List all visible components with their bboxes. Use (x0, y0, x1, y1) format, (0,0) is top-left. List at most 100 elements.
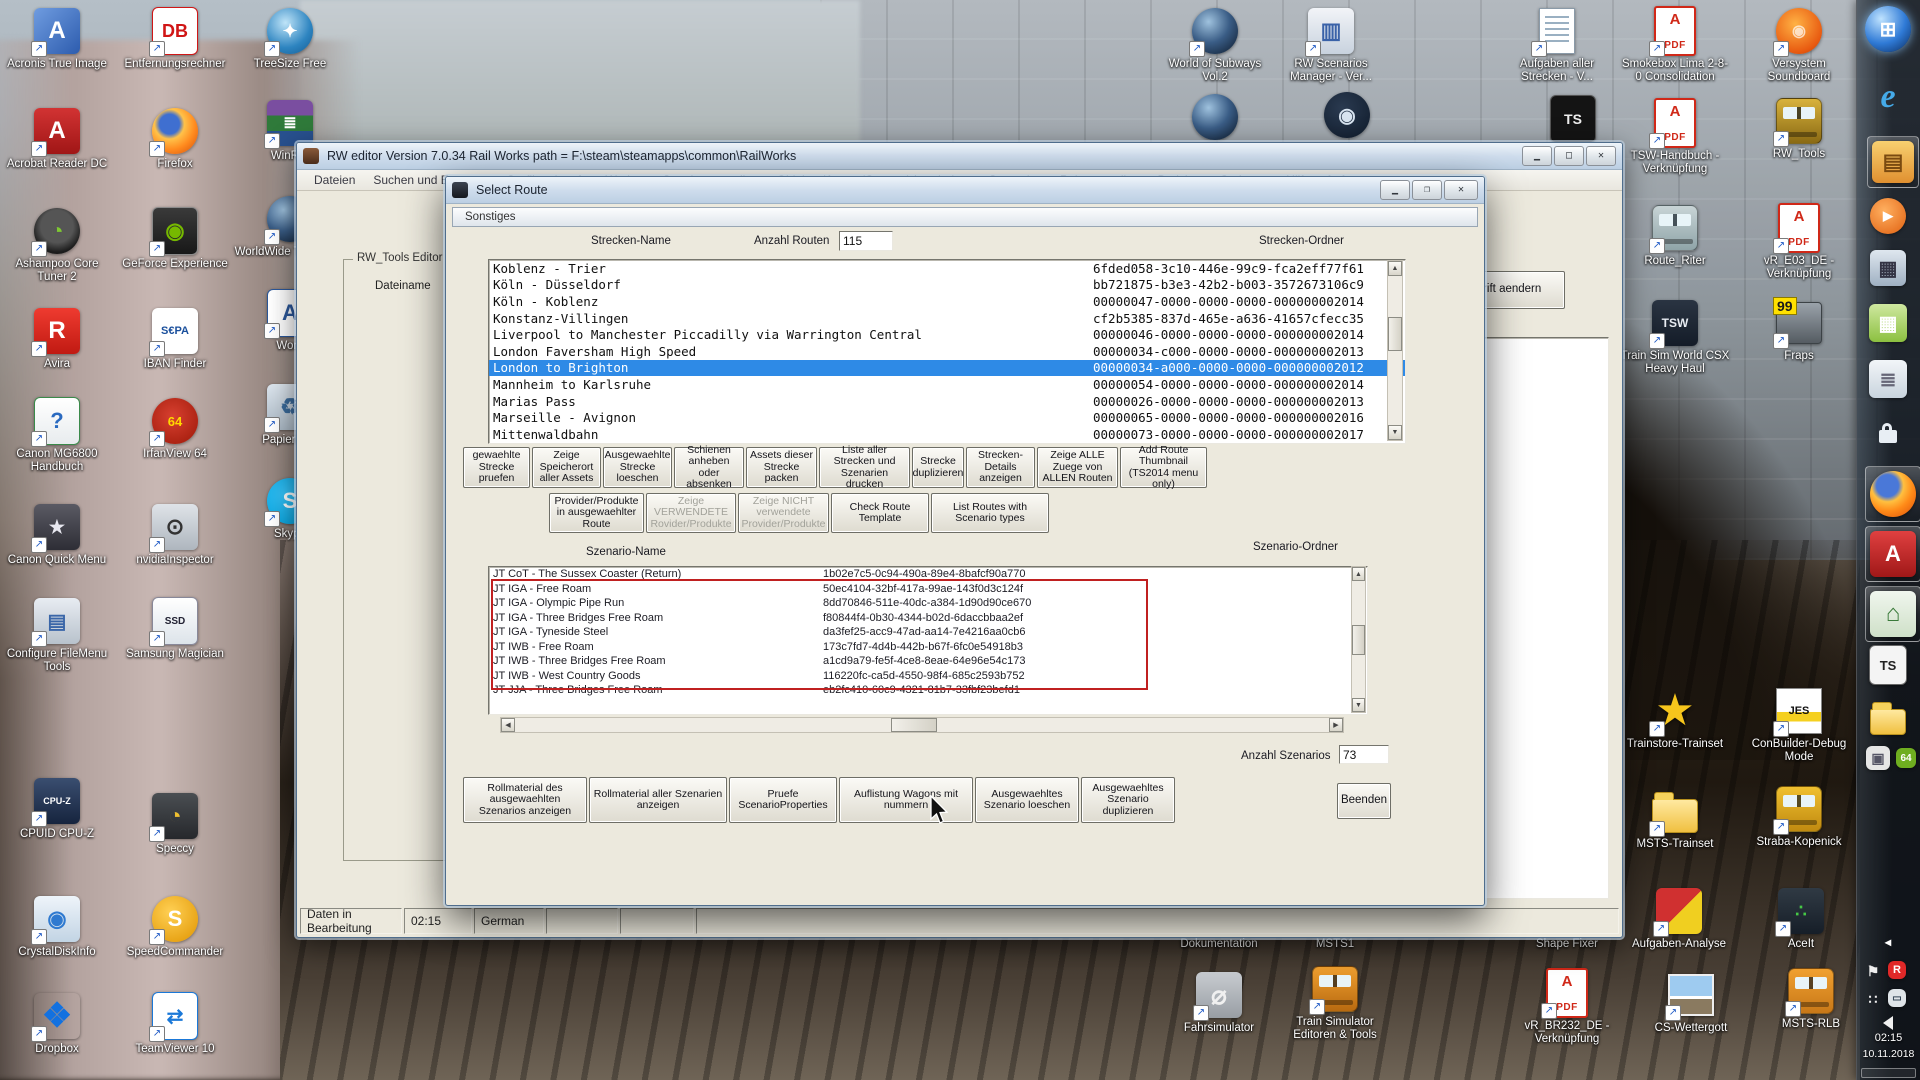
route-row-k-ln-koblenz[interactable]: Köln - Koblenz00000047-0000-0000-0000-00… (489, 293, 1405, 310)
train-sim-world-csx-heavy-haul-desktop-icon[interactable]: TSW↗Train Sim World CSX Heavy Haul (1619, 300, 1731, 376)
beenden-button[interactable]: Beenden (1337, 783, 1391, 819)
vr-e03-de-verkn-pfung-desktop-icon[interactable]: APDF↗vR_E03_DE - Verknüpfung (1743, 205, 1855, 281)
liste-aller-strecken-und-szenarien-drucken-button[interactable]: Liste aller Strecken und Szenarien druck… (819, 447, 910, 488)
tsw-handbuch-verkn-pfung-desktop-icon[interactable]: APDF↗TSW-Handbuch - Verknüpfung (1619, 100, 1731, 176)
route-row-koblenz-trier[interactable]: Koblenz - Trier6fded058-3c10-446e-99c9-f… (489, 260, 1405, 277)
samsung-magician-desktop-icon[interactable]: SSD↗Samsung Magician (119, 598, 231, 661)
scenario-row-jt-iga-three-bridges-free-roam[interactable]: JT IGA - Three Bridges Free Roamf80844f4… (489, 611, 1367, 626)
zeige-speicherort-aller-assets-button[interactable]: Zeige Speicherort aller Assets (532, 447, 601, 488)
vr-br232-de-verkn-pfung-desktop-icon[interactable]: APDF↗vR_BR232_DE - Verknüpfung (1511, 970, 1623, 1046)
route-row-london-faversham-high-speed[interactable]: London Faversham High Speed00000034-c000… (489, 343, 1405, 360)
scenario-row-jt-iwb-three-bridges-free-roam[interactable]: JT IWB - Three Bridges Free Roama1cd9a79… (489, 654, 1367, 669)
gewaehlte-strecke-pruefen-button[interactable]: gewaehlte Strecke pruefen (463, 447, 530, 488)
route-row-mittenwaldbahn[interactable]: Mittenwaldbahn00000073-0000-0000-0000-00… (489, 426, 1405, 443)
treesize-free-desktop-icon[interactable]: ✦↗TreeSize Free (234, 8, 346, 71)
geforce-experience-desktop-icon[interactable]: ◉↗GeForce Experience (119, 208, 231, 271)
route-row-london-to-brighton[interactable]: London to Brighton00000034-a000-0000-000… (489, 360, 1405, 377)
anzahl-szenarios-input[interactable] (1339, 745, 1389, 764)
scroll-left-arrow[interactable]: ◀ (501, 718, 515, 732)
aceit-desktop-icon[interactable]: ∴↗AceIt (1745, 888, 1857, 951)
assets-dieser-strecke-packen-button[interactable]: Assets dieser Strecke packen (746, 447, 817, 488)
route-list-scrollbar[interactable]: ▲ ▼ (1387, 260, 1403, 441)
provider-produkte-in-ausgewaehlter-route-button[interactable]: Provider/Produkte in ausgewaehlter Route (549, 493, 644, 533)
route-riter-desktop-icon[interactable]: ↗Route_Riter (1619, 205, 1731, 268)
canon-quick-menu-desktop-icon[interactable]: ★↗Canon Quick Menu (1, 504, 113, 567)
maximize-button[interactable]: □ (1554, 146, 1584, 166)
canon-mg6800-handbuch-desktop-icon[interactable]: ?↗Canon MG6800 Handbuch (1, 398, 113, 474)
aufgaben-aller-strecken-v-desktop-icon[interactable]: ↗Aufgaben aller Strecken - V... (1501, 8, 1613, 84)
route-row-marseille-avignon[interactable]: Marseille - Avignon00000065-0000-0000-00… (489, 409, 1405, 426)
scroll-up-arrow[interactable]: ▲ (1388, 261, 1402, 276)
add-route-thumbnail-ts2014-menu-only-button[interactable]: Add Route Thumbnail (TS2014 menu only) (1120, 447, 1207, 488)
nvidiainspector-desktop-icon[interactable]: ⊙↗nvidiaInspector (119, 504, 231, 567)
menu-dateien[interactable]: Dateien (305, 171, 364, 189)
tray-avira-icon[interactable]: R (1888, 961, 1906, 979)
smokebox-lima-2-8-0-consolidation-desktop-icon[interactable]: APDF↗Smokebox Lima 2-8-0 Consolidation (1619, 8, 1731, 84)
scroll-down-arrow[interactable]: ▼ (1388, 425, 1402, 440)
scroll-up-arrow[interactable]: ▲ (1352, 567, 1365, 581)
scenario-row-item[interactable] (489, 698, 1367, 713)
start-button[interactable]: ⊞ (1865, 6, 1911, 52)
ausgewaehlte-strecke-loeschen-button[interactable]: Ausgewaehlte Strecke loeschen (603, 447, 672, 488)
oo-start-icon[interactable]: ⌂ (1865, 586, 1920, 642)
fraps-desktop-icon[interactable]: 99↗Fraps (1743, 300, 1855, 363)
tray-volume-icon[interactable] (1878, 1013, 1898, 1033)
dialog-minimize-button[interactable]: ▁ (1380, 180, 1410, 200)
msts-trainset-desktop-icon[interactable]: ↗MSTS-Trainset (1619, 788, 1731, 851)
tray-expand-icon[interactable]: ◂ (1880, 934, 1896, 950)
scenario-row-jt-iga-free-roam[interactable]: JT IGA - Free Roam50ec4104-32bf-417a-99a… (489, 582, 1367, 597)
schienen-anheben-oder-absenken-button[interactable]: Schienen anheben oder absenken (674, 447, 744, 488)
select-route-titlebar[interactable]: Select Route ▁ ❐ ✕ (446, 177, 1484, 204)
scenario-row-jt-iga-tyneside-steel[interactable]: JT IGA - Tyneside Steelda3fef25-acc9-47a… (489, 625, 1367, 640)
check-route-template-button[interactable]: Check Route Template (831, 493, 929, 533)
clock-date[interactable]: 10.11.2018 (1857, 1048, 1920, 1060)
dialog-restore-button[interactable]: ❐ (1412, 180, 1442, 200)
minimize-button[interactable]: ▁ (1522, 146, 1552, 166)
straba-kopenick-desktop-icon[interactable]: ↗Straba-Kopenick (1743, 786, 1855, 849)
password-lock-icon[interactable] (1869, 414, 1907, 452)
route-row-liverpool-to-manchester-piccadilly-via-warrington-central[interactable]: Liverpool to Manchester Piccadilly via W… (489, 326, 1405, 343)
route-row-marias-pass[interactable]: Marias Pass00000026-0000-0000-0000-00000… (489, 393, 1405, 410)
firefox-desktop-icon[interactable]: ↗Firefox (119, 108, 231, 171)
rw-tools-desktop-icon[interactable]: ↗RW_Tools (1743, 98, 1855, 161)
acronis-true-image-desktop-icon[interactable]: A↗Acronis True Image (1, 8, 113, 71)
entfernungsrechner-desktop-icon[interactable]: DB↗Entfernungsrechner (119, 8, 231, 71)
fahrsimulator-desktop-icon[interactable]: ⌀↗Fahrsimulator (1163, 972, 1275, 1035)
list-routes-with-scenario-types-button[interactable]: List Routes with Scenario types (931, 493, 1049, 533)
route-listbox[interactable]: Koblenz - Trier6fded058-3c10-446e-99c9-f… (488, 259, 1406, 444)
strecken-details-anzeigen-button[interactable]: Strecken-Details anzeigen (966, 447, 1035, 488)
world-of-subways-vol-2-desktop-icon[interactable]: ↗World of Subways Vol.2 (1159, 8, 1271, 84)
app-chip-icon[interactable]: ▣ (1866, 746, 1890, 770)
ts2014-icon[interactable]: TS (1869, 646, 1907, 684)
aufgaben-analyse-desktop-icon[interactable]: ↗Aufgaben-Analyse (1623, 888, 1735, 951)
ausgewaehltes-szenario-duplizieren-button[interactable]: Ausgewaehltes Szenario duplizieren (1081, 777, 1175, 823)
conbuilder-debug-mode-desktop-icon[interactable]: JES↗ConBuilder-Debug Mode (1743, 688, 1855, 764)
world-of-subways-icon-2-shortcut[interactable] (1159, 94, 1271, 144)
badge-64-icon[interactable]: 64 (1896, 748, 1916, 768)
scroll-thumb[interactable] (891, 718, 937, 732)
file-manager-icon[interactable]: ▤ (1867, 136, 1919, 188)
zeige-verwendete-rovider-produkte-button[interactable]: Zeige VERWENDETE Rovider/Produkte (646, 493, 736, 533)
zeige-nicht-verwendete-provider-produkte-button[interactable]: Zeige NICHT verwendete Provider/Produkte (738, 493, 829, 533)
configure-filemenu-tools-desktop-icon[interactable]: ▤↗Configure FileMenu Tools (1, 598, 113, 674)
scroll-thumb[interactable] (1388, 317, 1402, 351)
teamviewer-10-desktop-icon[interactable]: ⇄↗TeamViewer 10 (119, 993, 231, 1056)
crystaldiskinfo-desktop-icon[interactable]: ◉↗CrystalDiskInfo (1, 896, 113, 959)
tray-display-icon[interactable]: ▭ (1888, 989, 1906, 1007)
calculator-icon[interactable]: ▦ (1870, 250, 1906, 286)
train-simulator-editoren-tools-desktop-icon[interactable]: ↗Train Simulator Editoren & Tools (1279, 966, 1391, 1042)
speedcommander-desktop-icon[interactable]: S↗SpeedCommander (119, 896, 231, 959)
avira-desktop-icon[interactable]: R↗Avira (1, 308, 113, 371)
msts-rlb-desktop-icon[interactable]: ↗MSTS-RLB (1755, 968, 1867, 1031)
zeige-alle-zuege-von-allen-routen-button[interactable]: Zeige ALLE Zuege von ALLEN Routen (1037, 447, 1118, 488)
clock-time[interactable]: 02:15 (1857, 1032, 1920, 1044)
rw-scenarios-manager-ver-desktop-icon[interactable]: ▥↗RW Scenarios Manager - Ver... (1275, 8, 1387, 84)
dropbox-desktop-icon[interactable]: ❖↗Dropbox (1, 993, 113, 1056)
acrobat-reader-dc-desktop-icon[interactable]: A↗Acrobat Reader DC (1, 108, 113, 171)
strecke-duplizieren-button[interactable]: Strecke duplizieren (912, 447, 964, 488)
scenario-list-scrollbar[interactable]: ▲ ▼ (1351, 566, 1366, 713)
scenario-horizontal-scrollbar[interactable]: ◀ ▶ (500, 717, 1344, 733)
ts-logo-icon-shortcut[interactable]: TS (1517, 96, 1629, 146)
tray-input-icon[interactable]: ∷ (1864, 990, 1882, 1008)
firefox-icon[interactable] (1865, 466, 1920, 522)
